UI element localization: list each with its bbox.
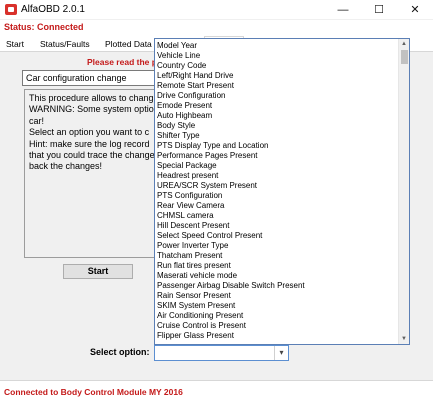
dropdown-option[interactable]: Rain Sensor Present (157, 291, 231, 301)
dropdown-option[interactable]: Passenger Airbag Disable Switch Present (157, 281, 305, 291)
description-line: Select an option you want to c (29, 127, 150, 138)
dropdown-scrollbar[interactable]: ▲ ▼ (398, 39, 409, 344)
scroll-down-icon[interactable]: ▼ (399, 334, 409, 344)
dropdown-option[interactable]: Power Inverter Type (157, 241, 228, 251)
title-bar: AlfaOBD 2.0.1 — ☐ ✕ (0, 0, 433, 20)
select-option-combobox[interactable]: ▾ (154, 345, 289, 361)
dropdown-option[interactable]: Body Style (157, 121, 195, 131)
dropdown-option[interactable]: Vehicle Line (157, 51, 200, 61)
description-line: This procedure allows to change (29, 93, 159, 103)
dropdown-option[interactable]: Headrest present (157, 171, 218, 181)
dropdown-option[interactable]: Hill Descent Present (157, 221, 229, 231)
dropdown-option[interactable]: Shifter Type (157, 131, 200, 141)
dropdown-option[interactable]: Rear View Camera (157, 201, 224, 211)
connection-status: Status: Connected (4, 22, 84, 32)
dropdown-option[interactable]: SKIM System Present (157, 301, 235, 311)
dropdown-option[interactable]: UREA/SCR System Present (157, 181, 257, 191)
description-line: WARNING: Some system options (29, 104, 159, 115)
minimize-button[interactable]: — (325, 0, 361, 20)
dropdown-option[interactable]: Country Code (157, 61, 206, 71)
chevron-down-icon[interactable]: ▾ (274, 346, 288, 360)
option-dropdown-list[interactable]: Model Year Vehicle Line Country Code Lef… (154, 38, 410, 345)
description-line: Hint: make sure the log record (29, 138, 150, 149)
dropdown-option[interactable]: Air Conditioning Present (157, 311, 243, 321)
dropdown-option[interactable]: Drive Configuration (157, 91, 225, 101)
dropdown-option[interactable]: Auto Highbeam (157, 111, 212, 121)
module-connection-text: Connected to Body Control Module MY 2016 (4, 387, 183, 397)
dropdown-option[interactable]: Special Package (157, 161, 217, 171)
maximize-button[interactable]: ☐ (361, 0, 397, 20)
window-title: AlfaOBD 2.0.1 (21, 4, 85, 15)
dropdown-option[interactable]: Thatcham Present (157, 251, 222, 261)
description-line: car! (29, 115, 45, 126)
description-line: back the changes! (29, 161, 103, 172)
procedure-select[interactable]: Car configuration change (22, 70, 162, 86)
tab-status-faults[interactable]: Status/Faults (40, 38, 90, 52)
dropdown-option[interactable]: Remote Start Present (157, 81, 234, 91)
select-option-label: Select option: (90, 347, 150, 357)
dropdown-option[interactable]: Maserati vehicle mode (157, 271, 237, 281)
scrollbar-thumb[interactable] (401, 50, 408, 64)
close-button[interactable]: ✕ (397, 0, 433, 20)
scroll-up-icon[interactable]: ▲ (399, 39, 409, 49)
tab-start[interactable]: Start (6, 38, 24, 52)
app-logo-icon (5, 4, 17, 15)
dropdown-option[interactable]: CHMSL camera (157, 211, 214, 221)
status-bar: Connected to Body Control Module MY 2016 (0, 380, 433, 400)
dropdown-option[interactable]: PTS Configuration (157, 191, 222, 201)
start-button[interactable]: Start (63, 264, 133, 279)
dropdown-option[interactable]: Select Speed Control Present (157, 231, 262, 241)
dropdown-option[interactable]: Cruise Control is Present (157, 321, 246, 331)
dropdown-option[interactable]: Performance Pages Present (157, 151, 258, 161)
procedure-description: This procedure allows to change WARNING:… (24, 89, 159, 258)
dropdown-option[interactable]: Emode Present (157, 101, 212, 111)
description-line: that you could trace the change (29, 150, 155, 161)
dropdown-option[interactable]: PTS Display Type and Location (157, 141, 268, 151)
dropdown-option[interactable]: Run flat tires present (157, 261, 231, 271)
dropdown-option[interactable]: Model Year (157, 41, 197, 51)
dropdown-option[interactable]: Flipper Glass Present (157, 331, 234, 341)
tab-plotted-data[interactable]: Plotted Data (105, 38, 152, 52)
dropdown-option[interactable]: Left/Right Hand Drive (157, 71, 233, 81)
